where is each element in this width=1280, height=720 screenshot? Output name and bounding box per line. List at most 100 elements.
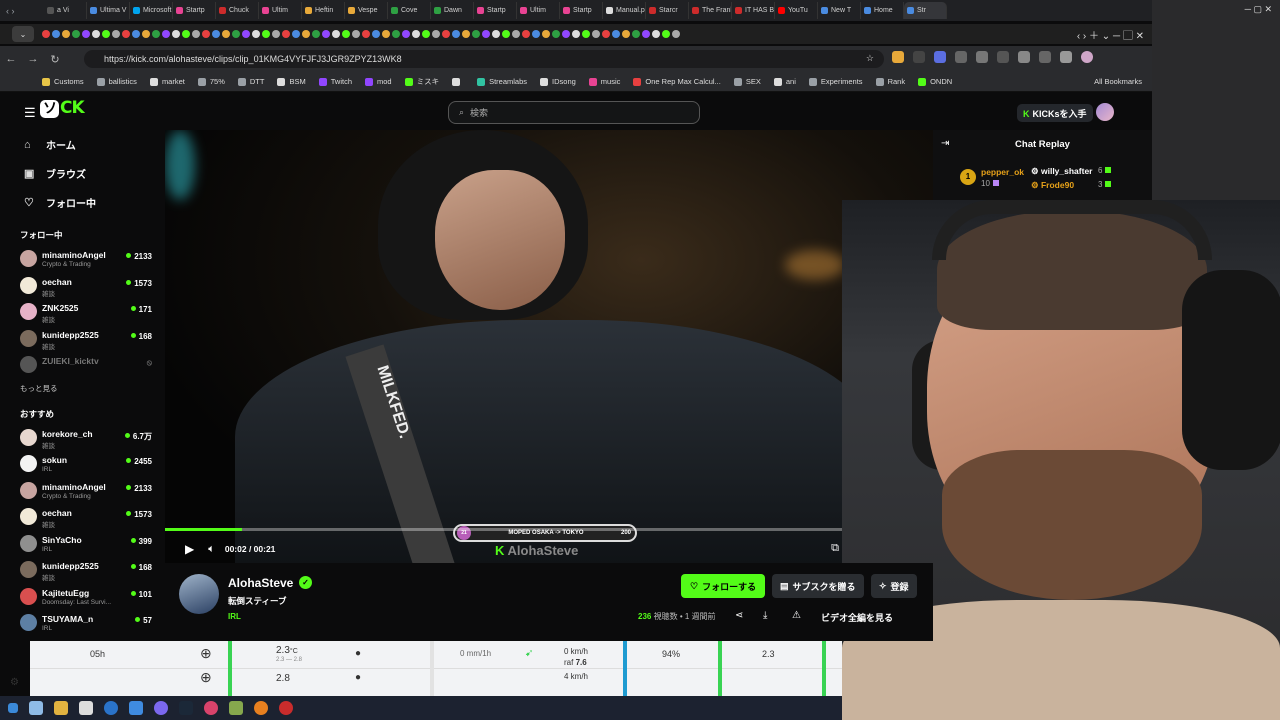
browser-tab[interactable]: Dawn (431, 2, 474, 19)
extension-icon[interactable] (934, 51, 946, 63)
star-icon[interactable]: ☆ (866, 53, 874, 64)
download-icon[interactable]: ⤓ (763, 610, 767, 621)
pinned-tab-icon[interactable] (242, 30, 250, 38)
search-input[interactable]: ⌕ 検索 (448, 101, 700, 124)
pinned-tab-icon[interactable] (192, 30, 200, 38)
pinned-tab-icon[interactable] (112, 30, 120, 38)
show-more-link[interactable]: もっと見る (10, 378, 160, 396)
start-icon[interactable] (8, 703, 18, 713)
bookmark-item[interactable]: DTT (237, 76, 264, 87)
pinned-tab-icon[interactable] (492, 30, 500, 38)
folder-icon[interactable] (54, 701, 68, 715)
pinned-tab-icon[interactable] (612, 30, 620, 38)
pinned-tab-icon[interactable] (52, 30, 60, 38)
pinned-tab-icon[interactable] (622, 30, 630, 38)
outer-window-controls[interactable]: ─ ▢ ✕ (1237, 0, 1280, 19)
pinned-tab-icon[interactable] (152, 30, 160, 38)
browser-tab[interactable]: Manual.p (603, 2, 646, 19)
pinned-tab-icon[interactable] (272, 30, 280, 38)
pinned-tab-icon[interactable] (412, 30, 420, 38)
address-bar[interactable]: https://kick.com/alohasteve/clips/clip_0… (84, 50, 884, 68)
pinned-tab-icon[interactable] (512, 30, 520, 38)
pinned-tab-icon[interactable] (602, 30, 610, 38)
pinned-tab-icon[interactable] (92, 30, 100, 38)
pinned-tab-icon[interactable] (302, 30, 310, 38)
play-icon[interactable]: ▶ (185, 542, 194, 556)
pinned-tab-icon[interactable] (442, 30, 450, 38)
sidebar-nav-item[interactable]: ⌂ ホーム (10, 130, 160, 159)
pinned-tab-icon[interactable] (332, 30, 340, 38)
reload-icon[interactable]: ↻ (44, 53, 66, 66)
pinned-tab-icon[interactable] (102, 30, 110, 38)
pinned-tab-icon[interactable] (572, 30, 580, 38)
pinned-tab-icon[interactable] (362, 30, 370, 38)
get-kicks-button[interactable]: K KICKsを入手 (1017, 104, 1093, 122)
pinned-tab-icon[interactable] (662, 30, 670, 38)
subscribe-button[interactable]: ✧ 登録 (871, 574, 917, 598)
extension-icon[interactable] (892, 51, 904, 63)
pinned-tab-icon[interactable] (502, 30, 510, 38)
pip-icon[interactable]: ⧉ (831, 542, 839, 555)
bookmark-item[interactable]: SEX (733, 76, 761, 87)
pinned-tab-icon[interactable] (392, 30, 400, 38)
bookmark-item[interactable]: mod (365, 76, 392, 87)
bookmark-item[interactable]: BSM (277, 76, 306, 87)
channel-item[interactable]: SinYaCho IRL 399 (10, 530, 160, 557)
pinned-tab-icon[interactable] (382, 30, 390, 38)
taskbar-app-icon[interactable] (29, 701, 43, 715)
browser-tab[interactable]: Starcr (646, 2, 689, 19)
pinned-tab-icon[interactable] (322, 30, 330, 38)
pinned-tab-icon[interactable] (542, 30, 550, 38)
pinned-tab-icon[interactable] (432, 30, 440, 38)
outer-tab-nav[interactable]: ‹ › (0, 6, 44, 16)
channel-item[interactable]: oechan 雑談 1573 (10, 272, 160, 299)
channel-item[interactable]: minaminoAngel Crypto & Trading 2133 (10, 477, 160, 504)
bookmark-item[interactable] (452, 76, 464, 87)
pinned-tab-icon[interactable] (522, 30, 530, 38)
browser-tab[interactable]: Ultim (517, 2, 560, 19)
pinned-tab-icon[interactable] (142, 30, 150, 38)
channel-item[interactable]: ZNK2525 雑談 171 (10, 298, 160, 325)
volume-icon[interactable]: 🔈︎ (208, 543, 215, 556)
pinned-tab-icon[interactable] (292, 30, 300, 38)
all-bookmarks-link[interactable]: All Bookmarks (1094, 77, 1142, 86)
pinned-tab-strip[interactable] (42, 30, 680, 38)
browser-tab[interactable]: Ultima V (87, 2, 130, 19)
category-link[interactable]: IRL (228, 612, 241, 621)
browser-tab[interactable]: YouTu (775, 2, 818, 19)
browser-tab[interactable]: Str (904, 2, 947, 19)
steam-icon[interactable] (179, 701, 193, 715)
channel-item[interactable]: ZUIEKI_kicktv ⦸ (10, 351, 160, 378)
taskbar-app-icon[interactable] (204, 701, 218, 715)
pinned-tab-icon[interactable] (472, 30, 480, 38)
channel-avatar[interactable] (179, 574, 219, 614)
pinned-tab-icon[interactable] (312, 30, 320, 38)
browser-tab[interactable]: Vespe (345, 2, 388, 19)
sidebar-nav-item[interactable]: ♡ フォロー中 (10, 188, 160, 217)
pinned-tab-icon[interactable] (372, 30, 380, 38)
browser-tab[interactable]: Chuck (216, 2, 259, 19)
pinned-tab-icon[interactable] (62, 30, 70, 38)
browser-tab[interactable]: Startp (474, 2, 517, 19)
pinned-tab-icon[interactable] (42, 30, 50, 38)
bookmark-item[interactable]: 75% (197, 76, 225, 87)
pinned-tab-icon[interactable] (402, 30, 410, 38)
pinned-tab-icon[interactable] (82, 30, 90, 38)
menu-icon[interactable]: ☰ (24, 105, 36, 121)
extension-icon[interactable] (1018, 51, 1030, 63)
add-icon[interactable]: ⊕ (200, 669, 212, 686)
pinned-tab-icon[interactable] (282, 30, 290, 38)
pinned-tab-icon[interactable] (632, 30, 640, 38)
bookmark-item[interactable]: Experiments (808, 76, 863, 87)
pinned-tab-icon[interactable] (422, 30, 430, 38)
browser-tab[interactable]: Startp (560, 2, 603, 19)
bookmark-item[interactable]: Twitch (318, 76, 352, 87)
bookmark-item[interactable]: Customs (42, 76, 84, 87)
browser-tab[interactable]: Startp (173, 2, 216, 19)
pinned-tab-icon[interactable] (592, 30, 600, 38)
bookmark-item[interactable]: ONDN (918, 76, 952, 87)
video-player[interactable]: MILKFED. 21 MOPED OSAKA -> TOKYO 200 K A… (165, 130, 933, 563)
full-video-link[interactable]: ビデオ全編を見る (821, 611, 893, 624)
pinned-tab-icon[interactable] (672, 30, 680, 38)
pinned-tab-icon[interactable] (122, 30, 130, 38)
